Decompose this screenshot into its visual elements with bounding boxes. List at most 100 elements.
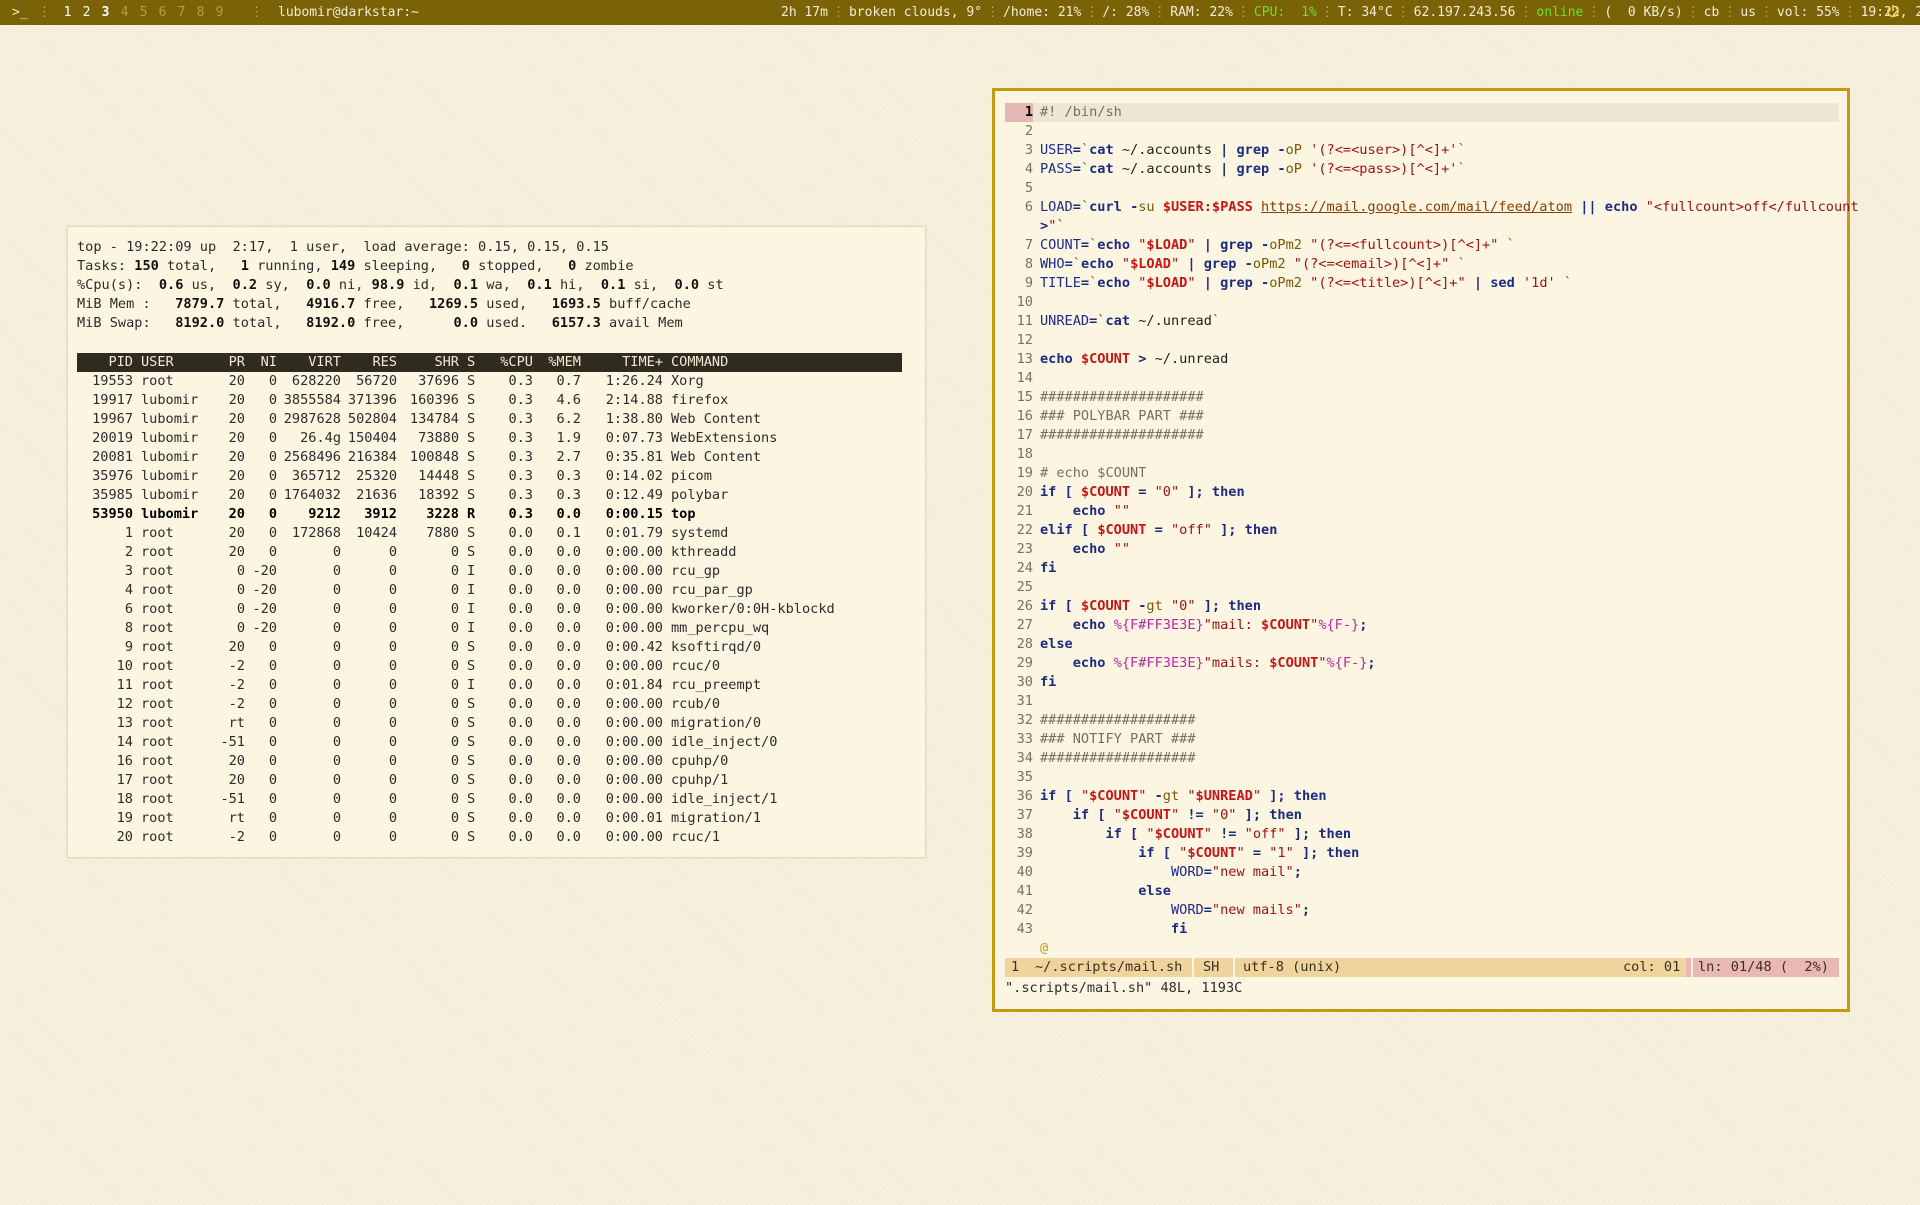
code-line[interactable]: 19 # echo $COUNT bbox=[1005, 464, 1839, 483]
process-row[interactable]: 14 root -51 0 0 0 0 S 0.0 0.0 0:00.00 idle_inject/0 bbox=[77, 733, 871, 752]
process-row[interactable]: 19967 lubomir 20 0 2987628 502804 134784 S 0.3 6.… bbox=[77, 410, 871, 429]
code-line[interactable]: 40 WORD="new mail"; bbox=[1005, 863, 1839, 882]
power-icon[interactable] bbox=[1886, 0, 1900, 25]
workspace-3[interactable]: 3 bbox=[96, 0, 115, 25]
code-line[interactable]: 43 fi bbox=[1005, 920, 1839, 939]
code-line[interactable]: 20 if [ $COUNT = "0" ]; then bbox=[1005, 483, 1839, 502]
workspace-5[interactable]: 5 bbox=[134, 0, 153, 25]
col-s[interactable]: S bbox=[459, 353, 485, 372]
code-line[interactable]: 5 bbox=[1005, 179, 1839, 198]
code-line[interactable]: 39 if [ "$COUNT" = "1" ]; then bbox=[1005, 844, 1839, 863]
code-line[interactable]: 6 LOAD=`curl -su $USER:$PASS https://mail… bbox=[1005, 198, 1859, 217]
code-line[interactable]: 11 UNREAD=`cat ~/.unread` bbox=[1005, 312, 1839, 331]
code-line[interactable]: 9 TITLE=`echo "$LOAD" | grep -oPm2 "(?<=<… bbox=[1005, 274, 1839, 293]
code-line[interactable]: 23 echo "" bbox=[1005, 540, 1839, 559]
code-line[interactable]: 25 bbox=[1005, 578, 1839, 597]
process-table-header[interactable]: PID USER PR NI VIRT RES SHR S %CPU %MEM TIME+ COMMA… bbox=[77, 353, 902, 372]
process-row[interactable]: 35976 lubomir 20 0 365712 25320 14448 S 0.3 0.3 0:… bbox=[77, 467, 871, 486]
code-line[interactable]: 36 if [ "$COUNT" -gt "$UNREAD" ]; then bbox=[1005, 787, 1839, 806]
col-cpu[interactable]: %CPU bbox=[485, 353, 533, 372]
code-line[interactable]: 30 fi bbox=[1005, 673, 1839, 692]
workspace-4[interactable]: 4 bbox=[115, 0, 134, 25]
code-line[interactable]: 32 ################### bbox=[1005, 711, 1839, 730]
col-mem[interactable]: %MEM bbox=[533, 353, 581, 372]
col-command[interactable]: COMMAND bbox=[663, 353, 871, 372]
code-line[interactable]: 14 bbox=[1005, 369, 1839, 388]
code-line[interactable]: 29 echo %{F#FF3E3E}"mails: $COUNT"%{F-}; bbox=[1005, 654, 1839, 673]
code-line[interactable]: 31 bbox=[1005, 692, 1839, 711]
process-row[interactable]: 6 root 0 -20 0 0 0 I 0.0 0.0 0:00.00 kworker/0:0H-k… bbox=[77, 600, 871, 619]
code-line[interactable]: 21 echo "" bbox=[1005, 502, 1839, 521]
code-line[interactable]: 34 ################### bbox=[1005, 749, 1839, 768]
code-line[interactable]: >"` bbox=[1005, 217, 1839, 236]
process-row[interactable]: 1 root 20 0 172868 10424 7880 S 0.0 0.1 0:01.79 sys… bbox=[77, 524, 871, 543]
process-row[interactable]: 35985 lubomir 20 0 1764032 21636 18392 S 0.3 0.3 0… bbox=[77, 486, 871, 505]
process-row[interactable]: 16 root 20 0 0 0 0 S 0.0 0.0 0:00.00 cpuhp/0 bbox=[77, 752, 871, 771]
code-line[interactable]: 10 bbox=[1005, 293, 1839, 312]
volume-module[interactable]: vol: 55% bbox=[1777, 0, 1840, 25]
code-line[interactable]: 26 if [ $COUNT -gt "0" ]; then bbox=[1005, 597, 1839, 616]
launcher-icon[interactable]: >_ bbox=[12, 0, 28, 25]
process-row[interactable]: 19917 lubomir 20 0 3855584 371396 160396 S 0.3 4.… bbox=[77, 391, 871, 410]
col-res[interactable]: RES bbox=[341, 353, 397, 372]
keyboard-layout[interactable]: us bbox=[1740, 0, 1756, 25]
code-line[interactable]: 37 if [ "$COUNT" != "0" ]; then bbox=[1005, 806, 1839, 825]
col-time[interactable]: TIME+ bbox=[581, 353, 663, 372]
workspace-6[interactable]: 6 bbox=[153, 0, 172, 25]
col-virt[interactable]: VIRT bbox=[277, 353, 341, 372]
code-line[interactable]: 41 else bbox=[1005, 882, 1839, 901]
code-line[interactable]: 17 #################### bbox=[1005, 426, 1839, 445]
process-row[interactable]: 13 root rt 0 0 0 0 S 0.0 0.0 0:00.00 migration/0 bbox=[77, 714, 871, 733]
process-row[interactable]: 9 root 20 0 0 0 0 S 0.0 0.0 0:00.42 ksoftirqd/0 bbox=[77, 638, 871, 657]
clipboard-module[interactable]: cb bbox=[1704, 0, 1720, 25]
code-line[interactable]: 7 COUNT=`echo "$LOAD" | grep -oPm2 "(?<=<… bbox=[1005, 236, 1839, 255]
code-line[interactable]: 33 ### NOTIFY PART ### bbox=[1005, 730, 1839, 749]
workspace-7[interactable]: 7 bbox=[172, 0, 191, 25]
code-line[interactable]: 38 if [ "$COUNT" != "off" ]; then bbox=[1005, 825, 1839, 844]
workspace-1[interactable]: 1 bbox=[58, 0, 77, 25]
process-row[interactable]: 20019 lubomir 20 0 26.4g 150404 73880 S 0.3 1.9 0:… bbox=[77, 429, 871, 448]
col-pr[interactable]: PR bbox=[211, 353, 245, 372]
code-line[interactable]: 28 else bbox=[1005, 635, 1839, 654]
code-line[interactable]: 22 elif [ $COUNT = "off" ]; then bbox=[1005, 521, 1839, 540]
code-line[interactable]: 3 USER=`cat ~/.accounts | grep -oP '(?<=<… bbox=[1005, 141, 1839, 160]
vim-editor-window[interactable]: 1 #! /bin/sh 2 3 USER=`cat ~/.accounts | gre… bbox=[992, 88, 1859, 1012]
code-line[interactable]: 35 bbox=[1005, 768, 1839, 787]
code-line[interactable]: 1 #! /bin/sh bbox=[1005, 103, 1839, 122]
process-row[interactable]: 19553 root 20 0 628220 56720 37696 S 0.3 0.7 1:26.… bbox=[77, 372, 871, 391]
process-row[interactable]: 11 root -2 0 0 0 0 I 0.0 0.0 0:01.84 rcu_preempt bbox=[77, 676, 871, 695]
workspace-8[interactable]: 8 bbox=[191, 0, 210, 25]
code-line[interactable]: 24 fi bbox=[1005, 559, 1839, 578]
code-line[interactable]: 2 bbox=[1005, 122, 1839, 141]
code-line[interactable]: 18 bbox=[1005, 445, 1839, 464]
code-line[interactable]: 4 PASS=`cat ~/.accounts | grep -oP '(?<=<… bbox=[1005, 160, 1839, 179]
code-line[interactable]: 16 ### POLYBAR PART ### bbox=[1005, 407, 1839, 426]
top-terminal-window[interactable]: top - 19:22:09 up 2:17, 1 user, load ave… bbox=[67, 226, 926, 858]
process-row[interactable]: 8 root 0 -20 0 0 0 I 0.0 0.0 0:00.00 mm_percpu_wq bbox=[77, 619, 871, 638]
col-pid[interactable]: PID bbox=[77, 353, 133, 372]
code-line[interactable]: 12 bbox=[1005, 331, 1839, 350]
process-row[interactable]: 4 root 0 -20 0 0 0 I 0.0 0.0 0:00.00 rcu_par_gp bbox=[77, 581, 871, 600]
workspace-2[interactable]: 2 bbox=[77, 0, 96, 25]
code-line[interactable]: 15 #################### bbox=[1005, 388, 1839, 407]
process-row[interactable]: 18 root -51 0 0 0 0 S 0.0 0.0 0:00.00 idle_inject/1 bbox=[77, 790, 871, 809]
code-line[interactable]: 8 WHO=`echo "$LOAD" | grep -oPm2 "(?<=<em… bbox=[1005, 255, 1839, 274]
process-row[interactable]: 20 root -2 0 0 0 0 S 0.0 0.0 0:00.00 rcuc/1 bbox=[77, 828, 871, 847]
code-line[interactable]: 27 echo %{F#FF3E3E}"mail: $COUNT"%{F-}; bbox=[1005, 616, 1839, 635]
workspace-9[interactable]: 9 bbox=[210, 0, 229, 25]
process-row[interactable]: 17 root 20 0 0 0 0 S 0.0 0.0 0:00.00 cpuhp/1 bbox=[77, 771, 871, 790]
process-row[interactable]: 2 root 20 0 0 0 0 S 0.0 0.0 0:00.00 kthreadd bbox=[77, 543, 871, 562]
process-row[interactable]: 19 root rt 0 0 0 0 S 0.0 0.0 0:00.01 migration/1 bbox=[77, 809, 871, 828]
col-ni[interactable]: NI bbox=[245, 353, 277, 372]
code-line[interactable]: 42 WORD="new mails"; bbox=[1005, 901, 1839, 920]
col-user[interactable]: USER bbox=[133, 353, 211, 372]
col-user: root bbox=[141, 715, 174, 731]
process-row[interactable]: 20081 lubomir 20 0 2568496 216384 100848 S 0.3 2.… bbox=[77, 448, 871, 467]
process-row[interactable]: 53950 lubomir 20 0 9212 3912 3228 R 0.3 0.0 0:00.1… bbox=[77, 505, 871, 524]
process-row[interactable]: 3 root 0 -20 0 0 0 I 0.0 0.0 0:00.00 rcu_gp bbox=[77, 562, 871, 581]
code-line[interactable]: 13 echo $COUNT > ~/.unread bbox=[1005, 350, 1839, 369]
col-shr[interactable]: SHR bbox=[397, 353, 459, 372]
process-row[interactable]: 12 root -2 0 0 0 0 S 0.0 0.0 0:00.00 rcub/0 bbox=[77, 695, 871, 714]
process-row[interactable]: 10 root -2 0 0 0 0 S 0.0 0.0 0:00.00 rcuc/0 bbox=[77, 657, 871, 676]
code-buffer[interactable]: 1 #! /bin/sh 2 3 USER=`cat ~/.accounts | gre… bbox=[1005, 103, 1859, 958]
